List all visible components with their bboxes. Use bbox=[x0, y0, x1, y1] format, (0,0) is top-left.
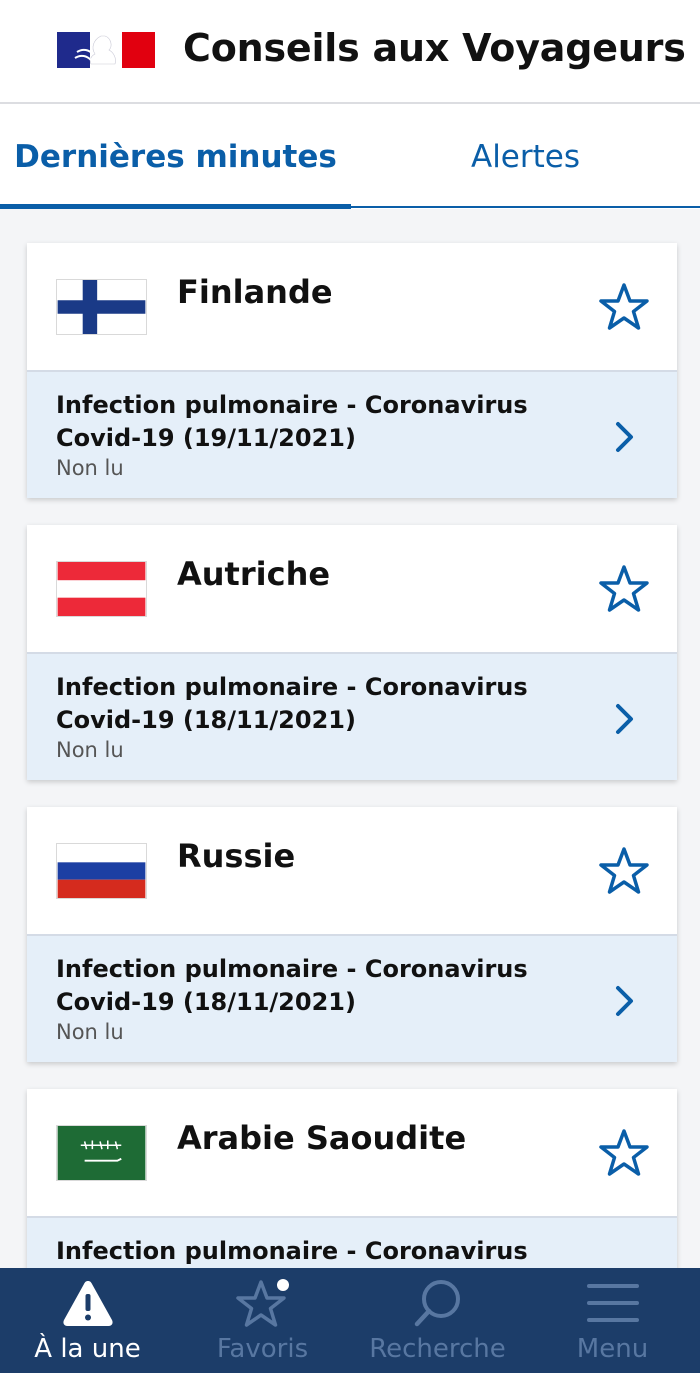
app-header: Conseils aux Voyageurs bbox=[0, 0, 700, 104]
tab-bar: Dernières minutes Alertes bbox=[0, 104, 700, 209]
country-name: Russie bbox=[177, 837, 296, 875]
nav-label: À la une bbox=[34, 1334, 141, 1364]
alert-row[interactable]: Infection pulmonaire - Coronavirus Covid… bbox=[27, 654, 677, 780]
nav-recherche[interactable]: Recherche bbox=[350, 1268, 525, 1373]
app-title: Conseils aux Voyageurs bbox=[183, 26, 686, 70]
card-header: Autriche bbox=[27, 525, 677, 654]
card-header: Arabie Saoudite bbox=[27, 1089, 677, 1218]
alert-triangle-icon bbox=[62, 1281, 113, 1326]
country-name: Finlande bbox=[177, 273, 333, 311]
alert-title: Infection pulmonaire - Coronavirus bbox=[56, 1237, 528, 1265]
russia-flag-icon bbox=[56, 843, 147, 899]
country-name: Arabie Saoudite bbox=[177, 1119, 467, 1157]
search-icon bbox=[414, 1280, 460, 1327]
country-card: Finlande Infection pulmonaire - Coronavi… bbox=[27, 243, 677, 498]
chevron-right-icon bbox=[616, 986, 633, 1016]
alert-title: Infection pulmonaire - Coronavirus Covid… bbox=[56, 955, 528, 1016]
star-icon bbox=[235, 1279, 289, 1327]
bottom-navigation: À la une Favoris Recherche Menu bbox=[0, 1268, 700, 1373]
read-status: Non lu bbox=[56, 456, 124, 480]
read-status: Non lu bbox=[56, 738, 124, 762]
alert-title: Infection pulmonaire - Coronavirus Covid… bbox=[56, 391, 528, 452]
nav-label: Recherche bbox=[369, 1334, 506, 1364]
favorite-star-icon[interactable] bbox=[599, 564, 649, 614]
alert-row[interactable]: Infection pulmonaire - Coronavirus Covid… bbox=[27, 372, 677, 498]
read-status: Non lu bbox=[56, 1020, 124, 1044]
nav-menu[interactable]: Menu bbox=[525, 1268, 700, 1373]
country-card: Russie Infection pulmonaire - Coronaviru… bbox=[27, 807, 677, 1062]
marianne-logo-icon bbox=[57, 32, 155, 68]
favorite-star-icon[interactable] bbox=[599, 1128, 649, 1178]
favorite-star-icon[interactable] bbox=[599, 846, 649, 896]
country-card: Autriche Infection pulmonaire - Coronavi… bbox=[27, 525, 677, 780]
alert-row[interactable]: Infection pulmonaire - Coronavirus Covid… bbox=[27, 936, 677, 1062]
finland-flag-icon bbox=[56, 279, 147, 335]
tab-dernieres-minutes[interactable]: Dernières minutes bbox=[0, 104, 351, 209]
nav-a-la-une[interactable]: À la une bbox=[0, 1268, 175, 1373]
active-tab-indicator bbox=[0, 204, 351, 209]
favorite-star-icon[interactable] bbox=[599, 282, 649, 332]
card-header: Russie bbox=[27, 807, 677, 936]
card-header: Finlande bbox=[27, 243, 677, 372]
austria-flag-icon bbox=[56, 561, 147, 617]
menu-icon bbox=[586, 1284, 639, 1322]
chevron-right-icon bbox=[616, 704, 633, 734]
nav-favoris[interactable]: Favoris bbox=[175, 1268, 350, 1373]
country-name: Autriche bbox=[177, 555, 331, 593]
alert-title: Infection pulmonaire - Coronavirus Covid… bbox=[56, 673, 528, 734]
saudi-arabia-flag-icon bbox=[56, 1125, 147, 1181]
chevron-right-icon bbox=[616, 422, 633, 452]
nav-label: Favoris bbox=[216, 1334, 309, 1364]
tab-alertes[interactable]: Alertes bbox=[351, 104, 700, 209]
nav-label: Menu bbox=[576, 1334, 649, 1364]
